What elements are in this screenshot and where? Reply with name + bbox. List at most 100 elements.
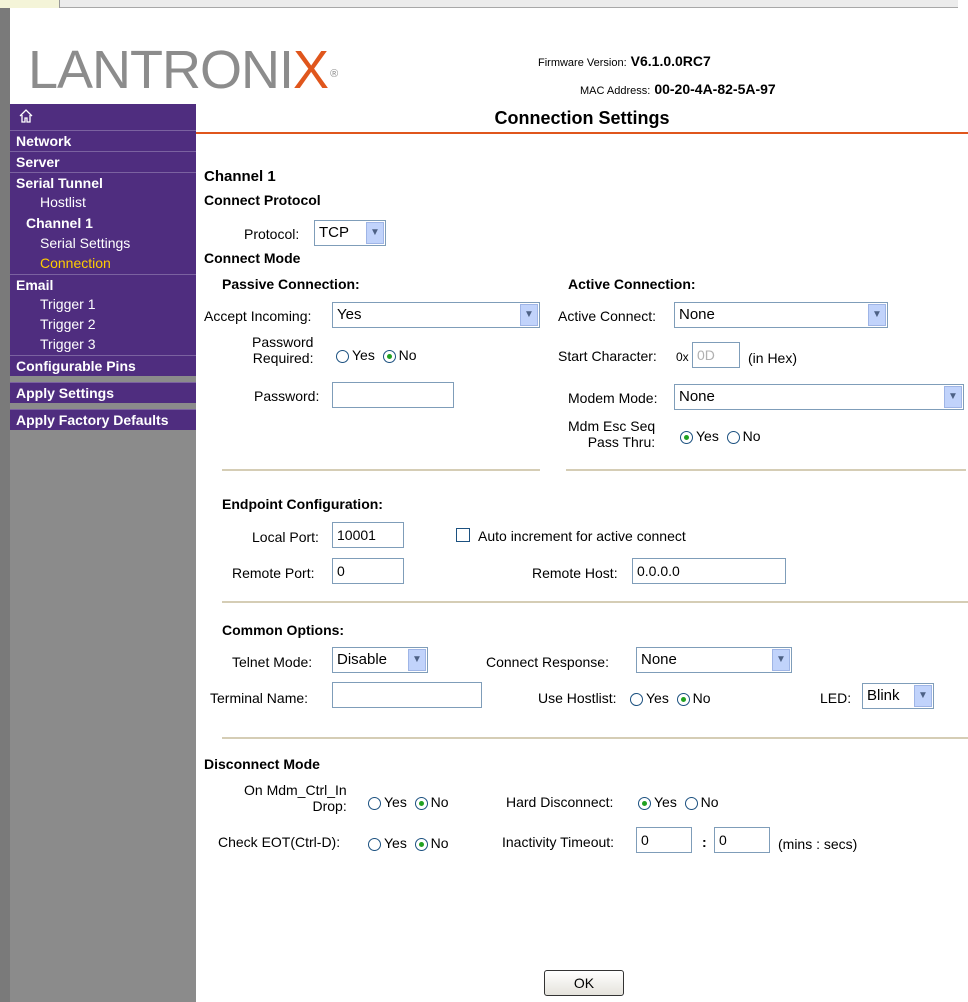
browser-tab[interactable] <box>0 0 60 8</box>
hex-prefix: 0x <box>676 350 689 364</box>
hard-disconnect-radios: Yes No <box>638 794 719 810</box>
use-hostlist-no-radio[interactable] <box>676 692 690 706</box>
telnet-mode-label: Telnet Mode: <box>232 654 313 670</box>
modem-mode-select[interactable]: None ▼ <box>674 384 964 410</box>
active-connection-heading: Active Connection: <box>568 276 696 292</box>
led-label: LED: <box>820 690 852 706</box>
on-mdm-drop-radios: Yes No <box>368 794 449 810</box>
accept-incoming-label: Accept Incoming: <box>204 308 312 324</box>
disconnect-mode-heading: Disconnect Mode <box>204 756 320 772</box>
chevron-down-icon: ▼ <box>868 304 886 326</box>
hard-disconnect-no-radio[interactable] <box>684 796 698 810</box>
sidebar: Network Server Serial Tunnel Hostlist Ch… <box>10 104 196 1002</box>
time-separator: : <box>702 834 707 850</box>
led-select[interactable]: Blink ▼ <box>862 683 934 709</box>
remote-port-input[interactable]: 0 <box>332 558 404 584</box>
check-eot-yes-radio[interactable] <box>368 837 381 851</box>
on-mdm-ctrl-in-drop-label: On Mdm_Ctrl_In Drop: <box>244 782 347 814</box>
modem-mode-label: Modem Mode: <box>568 390 658 406</box>
chevron-down-icon: ▼ <box>772 649 790 671</box>
passive-connection-heading: Passive Connection: <box>222 276 360 292</box>
sidebar-item-configurable-pins[interactable]: Configurable Pins <box>10 355 196 376</box>
on-mdm-drop-no-radio[interactable] <box>414 796 428 810</box>
sidebar-item-connection[interactable]: Connection <box>10 254 196 274</box>
active-connect-select[interactable]: None ▼ <box>674 302 888 328</box>
on-mdm-drop-yes-radio[interactable] <box>368 796 381 810</box>
mins-secs-label: (mins : secs) <box>778 836 858 852</box>
local-port-label: Local Port: <box>252 529 319 545</box>
start-character-label: Start Character: <box>558 348 657 364</box>
telnet-mode-select[interactable]: Disable ▼ <box>332 647 428 673</box>
auto-increment-label: Auto increment for active connect <box>478 528 686 544</box>
terminal-name-input[interactable] <box>332 682 482 708</box>
hard-disconnect-yes-radio[interactable] <box>638 796 651 810</box>
sidebar-item-email[interactable]: Email <box>10 274 196 295</box>
accept-incoming-select[interactable]: Yes ▼ <box>332 302 540 328</box>
chevron-down-icon: ▼ <box>366 222 384 244</box>
start-character-input[interactable]: 0D <box>692 342 740 368</box>
remote-host-input[interactable]: 0.0.0.0 <box>632 558 786 584</box>
check-eot-no-radio[interactable] <box>414 837 428 851</box>
main-content: Connection Settings Channel 1 Connect Pr… <box>196 104 968 1002</box>
sidebar-item-serial-tunnel[interactable]: Serial Tunnel <box>10 172 196 193</box>
sidebar-item-network[interactable]: Network <box>10 130 196 151</box>
mdm-esc-seq-radios: Yes No <box>680 428 761 444</box>
remote-port-label: Remote Port: <box>232 565 315 581</box>
hard-disconnect-label: Hard Disconnect: <box>506 794 614 810</box>
divider <box>222 469 540 471</box>
sidebar-item-server[interactable]: Server <box>10 151 196 172</box>
sidebar-item-apply-factory-defaults[interactable]: Apply Factory Defaults <box>10 409 196 430</box>
check-eot-radios: Yes No <box>368 835 449 851</box>
mac-address: MAC Address: 00-20-4A-82-5A-97 <box>580 81 776 97</box>
sidebar-item-trigger3[interactable]: Trigger 3 <box>10 335 196 355</box>
sidebar-item-trigger2[interactable]: Trigger 2 <box>10 315 196 335</box>
inactivity-timeout-label: Inactivity Timeout: <box>502 834 615 850</box>
lantronix-logo: LANTRONIX ® <box>28 40 338 100</box>
password-required-yes-radio[interactable] <box>336 349 349 363</box>
check-eot-label: Check EOT(Ctrl-D): <box>218 834 341 850</box>
sidebar-item-channel1[interactable]: Channel 1 <box>10 213 196 234</box>
mdm-esc-no-radio[interactable] <box>726 430 740 444</box>
sidebar-item-trigger1[interactable]: Trigger 1 <box>10 295 196 315</box>
chevron-down-icon: ▼ <box>520 304 538 326</box>
in-hex-label: (in Hex) <box>748 350 798 366</box>
endpoint-configuration-heading: Endpoint Configuration: <box>222 496 383 512</box>
chevron-down-icon: ▼ <box>944 386 962 408</box>
use-hostlist-label: Use Hostlist: <box>538 690 617 706</box>
sidebar-item-hostlist[interactable]: Hostlist <box>10 193 196 213</box>
page-title: Connection Settings <box>196 106 968 134</box>
chevron-down-icon: ▼ <box>408 649 426 671</box>
sidebar-item-apply-settings[interactable]: Apply Settings <box>10 382 196 403</box>
connect-response-select[interactable]: None ▼ <box>636 647 792 673</box>
protocol-label: Protocol: <box>244 226 300 242</box>
divider <box>566 469 966 471</box>
mdm-esc-yes-radio[interactable] <box>680 430 693 444</box>
mdm-esc-seq-label: Mdm Esc Seq Pass Thru: <box>568 418 656 450</box>
terminal-name-label: Terminal Name: <box>210 690 309 706</box>
firmware-version: Firmware Version: V6.1.0.0RC7 <box>538 53 711 69</box>
local-port-input[interactable]: 10001 <box>332 522 404 548</box>
ok-button[interactable]: OK <box>544 970 624 996</box>
protocol-select[interactable]: TCP ▼ <box>314 220 386 246</box>
use-hostlist-radios: Yes No <box>630 690 711 706</box>
sidebar-item-serial-settings[interactable]: Serial Settings <box>10 234 196 254</box>
inactivity-minutes-input[interactable]: 0 <box>636 827 692 853</box>
home-icon[interactable] <box>10 104 196 130</box>
auto-increment-checkbox[interactable] <box>456 528 470 542</box>
password-label: Password: <box>254 388 320 404</box>
password-required-radios: Yes No <box>336 347 417 363</box>
connect-response-label: Connect Response: <box>486 654 609 670</box>
divider <box>222 601 968 603</box>
password-required-no-radio[interactable] <box>382 349 396 363</box>
common-options-heading: Common Options: <box>222 622 345 638</box>
divider <box>222 737 968 739</box>
remote-host-label: Remote Host: <box>532 565 618 581</box>
password-required-label: Password Required: <box>252 334 314 366</box>
connect-protocol-heading: Connect Protocol <box>204 192 321 208</box>
connect-mode-heading: Connect Mode <box>204 250 301 266</box>
channel-heading: Channel 1 <box>204 168 276 185</box>
use-hostlist-yes-radio[interactable] <box>630 692 643 706</box>
active-connect-label: Active Connect: <box>558 308 657 324</box>
inactivity-seconds-input[interactable]: 0 <box>714 827 770 853</box>
password-input[interactable] <box>332 382 454 408</box>
